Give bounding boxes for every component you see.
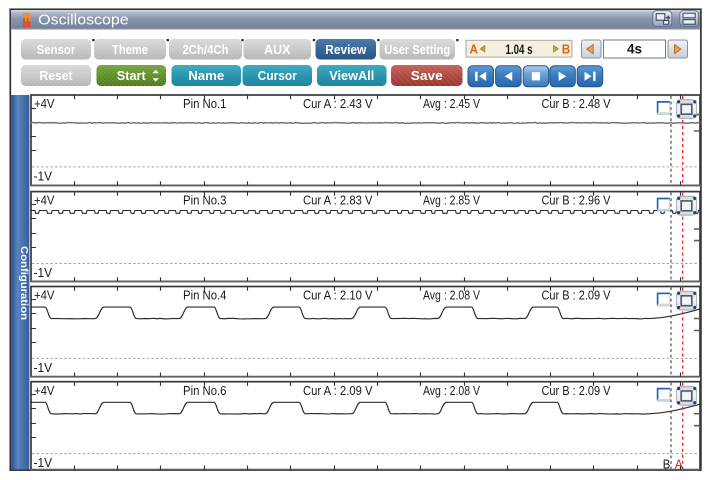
svg-text:User Setting: User Setting <box>384 42 450 57</box>
svg-text:A: A <box>470 43 479 57</box>
svg-text:Pin No.6: Pin No.6 <box>183 383 227 398</box>
svg-text:Cur B : 2.96 V: Cur B : 2.96 V <box>542 193 611 208</box>
svg-text:-1V: -1V <box>34 360 53 375</box>
svg-text:Cur A : 2.09 V: Cur A : 2.09 V <box>303 383 373 398</box>
svg-text:2Ch/4Ch: 2Ch/4Ch <box>183 42 229 57</box>
svg-text:Cur B : 2.09 V: Cur B : 2.09 V <box>542 383 611 398</box>
svg-text:Configuration: Configuration <box>18 246 30 320</box>
svg-text:Sensor: Sensor <box>37 42 76 57</box>
svg-text:Pin No.4: Pin No.4 <box>183 288 227 303</box>
svg-text:Pin No.1: Pin No.1 <box>183 96 227 111</box>
svg-text:B: B <box>663 458 671 472</box>
svg-text:A: A <box>675 458 684 472</box>
svg-text:1.04 s: 1.04 s <box>506 42 533 57</box>
svg-text:Oscilloscope: Oscilloscope <box>38 13 129 29</box>
svg-text:Avg : 2.08 V: Avg : 2.08 V <box>423 288 480 303</box>
svg-text:+4V: +4V <box>34 288 55 303</box>
svg-text:Theme: Theme <box>112 42 148 57</box>
svg-text:Reset: Reset <box>40 68 74 83</box>
svg-text:Avg : 2.85 V: Avg : 2.85 V <box>423 193 480 208</box>
svg-text:Start: Start <box>117 68 147 83</box>
svg-text:Cur A : 2.10 V: Cur A : 2.10 V <box>303 288 373 303</box>
svg-text:B: B <box>562 43 571 57</box>
svg-text:Cur B : 2.09 V: Cur B : 2.09 V <box>542 288 611 303</box>
svg-text:Pin No.3: Pin No.3 <box>183 193 227 208</box>
svg-text:Cursor: Cursor <box>258 68 297 83</box>
svg-text:ViewAll: ViewAll <box>329 68 374 83</box>
svg-text:Review: Review <box>325 42 367 57</box>
svg-text:-1V: -1V <box>34 265 53 280</box>
svg-text:AUX: AUX <box>264 42 291 57</box>
svg-text:Save: Save <box>411 68 443 83</box>
svg-text:-1V: -1V <box>34 168 53 183</box>
svg-text:Avg : 2.45 V: Avg : 2.45 V <box>423 96 480 111</box>
svg-text:Name: Name <box>188 68 224 83</box>
svg-text:Avg : 2.08 V: Avg : 2.08 V <box>423 383 480 398</box>
svg-text:-1V: -1V <box>34 455 53 470</box>
svg-text:+4V: +4V <box>34 96 55 111</box>
svg-text:Cur B : 2.48 V: Cur B : 2.48 V <box>542 96 611 111</box>
svg-text:Cur A : 2.83 V: Cur A : 2.83 V <box>303 193 373 208</box>
svg-text:4s: 4s <box>627 42 642 57</box>
svg-text:Cur A : 2.43 V: Cur A : 2.43 V <box>303 96 373 111</box>
svg-text:+4V: +4V <box>34 193 55 208</box>
svg-text:+4V: +4V <box>34 383 55 398</box>
